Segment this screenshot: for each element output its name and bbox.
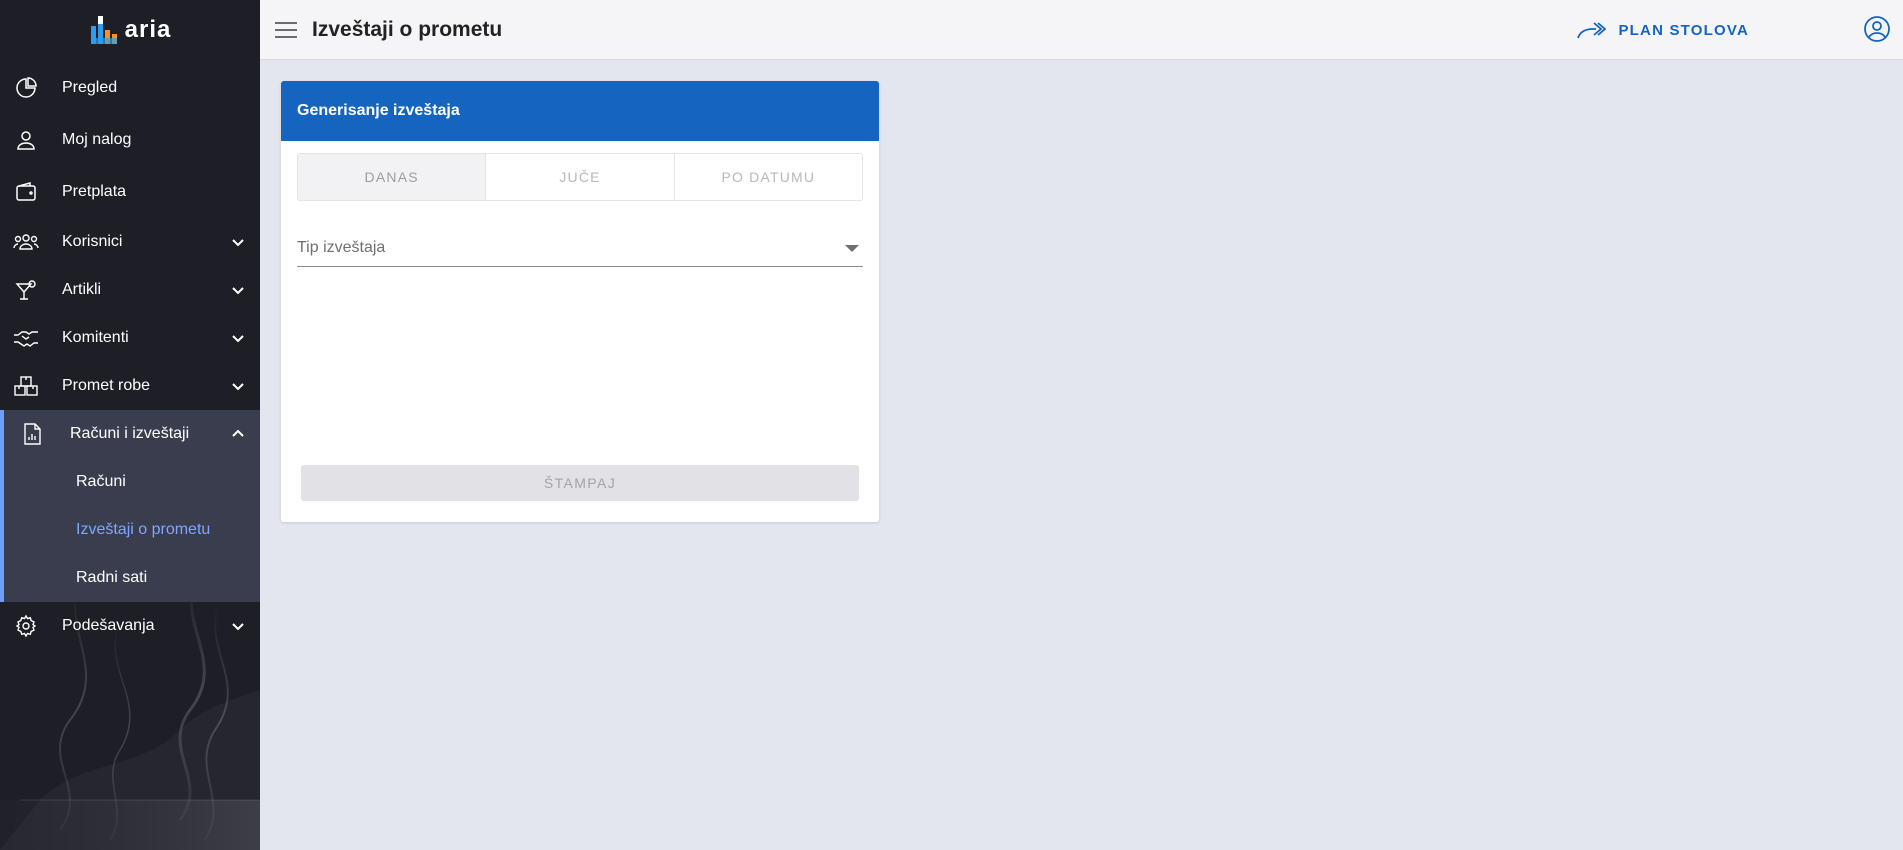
pie-chart-icon <box>12 74 40 102</box>
sidebar-nav: Pregled Moj nalog Pretplata Korisnici Ar… <box>0 62 260 650</box>
chevron-down-icon <box>232 623 244 631</box>
sidebar-item-label: Moj nalog <box>62 131 132 148</box>
sidebar-item-label: Komitenti <box>62 329 129 346</box>
hamburger-menu-icon <box>275 21 297 38</box>
sidebar-subitem-racuni[interactable]: Računi <box>4 458 260 506</box>
tab-danas[interactable]: DANAS <box>298 154 487 200</box>
top-bar: Izveštaji o prometu PLAN STOLOVA <box>260 0 1903 60</box>
wallet-icon <box>12 178 40 206</box>
sidebar-item-pregled[interactable]: Pregled <box>0 62 260 114</box>
dropdown-arrow-icon <box>845 245 859 252</box>
sidebar-item-podesavanja[interactable]: Podešavanja <box>0 602 260 650</box>
sidebar-item-moj-nalog[interactable]: Moj nalog <box>0 114 260 166</box>
user-account-icon <box>1864 16 1890 42</box>
user-account-button[interactable] <box>1863 15 1891 43</box>
date-range-tabs: DANAS JUČE PO DATUMU <box>297 153 863 201</box>
sidebar-item-promet-robe[interactable]: Promet robe <box>0 362 260 410</box>
plan-stolova-label: PLAN STOLOVA <box>1618 21 1749 39</box>
card-title: Generisanje izveštaja <box>281 81 879 141</box>
boxes-icon <box>12 372 40 400</box>
tab-juce[interactable]: JUČE <box>486 154 675 200</box>
sidebar-item-label: Korisnici <box>62 233 123 250</box>
sidebar-item-label: Artikli <box>62 281 102 298</box>
hamburger-menu-button[interactable] <box>274 18 298 42</box>
chevron-down-icon <box>232 335 244 343</box>
report-type-select[interactable]: Tip izveštaja <box>297 231 863 267</box>
plan-stolova-button[interactable]: PLAN STOLOVA <box>1576 14 1749 46</box>
sidebar-item-pretplata[interactable]: Pretplata <box>0 166 260 218</box>
chevron-down-icon <box>232 287 244 295</box>
report-generation-card: Generisanje izveštaja DANAS JUČE PO DATU… <box>281 81 879 522</box>
sidebar: aria Pregled Moj nalog Pretplata Korisni… <box>0 0 260 850</box>
sidebar-item-label: Promet robe <box>62 377 151 394</box>
sidebar-item-label: Pregled <box>62 79 118 96</box>
sidebar-item-korisnici[interactable]: Korisnici <box>0 218 260 266</box>
logo-text: aria <box>124 16 172 43</box>
sidebar-item-label: Podešavanja <box>62 617 155 634</box>
report-type-placeholder: Tip izveštaja <box>297 239 386 256</box>
cocktail-icon <box>12 276 40 304</box>
sidebar-item-artikli[interactable]: Artikli <box>0 266 260 314</box>
app-logo[interactable]: aria <box>0 0 260 60</box>
sidebar-item-label: Pretplata <box>62 183 127 200</box>
tab-po-datumu[interactable]: PO DATUMU <box>675 154 862 200</box>
sidebar-subitem-izvestaji-o-prometu[interactable]: Izveštaji o prometu <box>4 506 260 554</box>
sidebar-item-racuni-i-izvestaji[interactable]: Računi i izveštaji <box>4 410 260 458</box>
chevron-down-icon <box>232 239 244 247</box>
sidebar-item-label: Računi i izveštaji <box>70 425 190 442</box>
handshake-icon <box>12 324 40 352</box>
users-icon <box>12 228 40 256</box>
sidebar-group-racuni-i-izvestaji: Računi i izveštaji Računi Izveštaji o pr… <box>0 410 260 602</box>
report-document-icon <box>18 420 46 448</box>
sidebar-subitem-radni-sati[interactable]: Radni sati <box>4 554 260 602</box>
chevron-up-icon <box>232 429 244 437</box>
page-title: Izveštaji o prometu <box>312 17 503 41</box>
gear-icon <box>12 612 40 640</box>
share-forward-icon <box>1577 22 1607 39</box>
person-icon <box>12 126 40 154</box>
aria-logo-icon <box>90 16 117 44</box>
chevron-down-icon <box>232 383 244 391</box>
print-button[interactable]: ŠTAMPAJ <box>301 465 859 501</box>
sidebar-item-komitenti[interactable]: Komitenti <box>0 314 260 362</box>
